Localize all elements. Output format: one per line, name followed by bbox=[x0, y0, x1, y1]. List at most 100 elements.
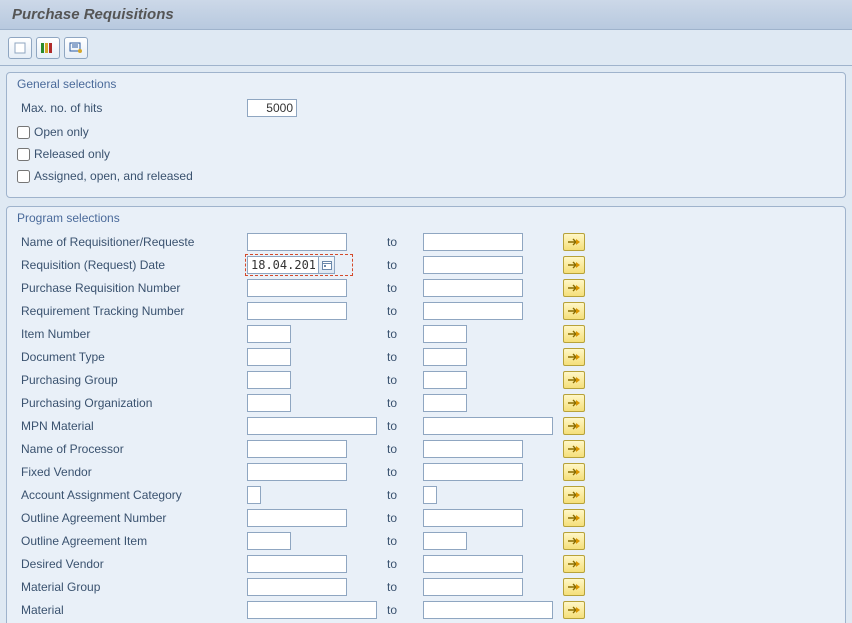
multiple-selection-button[interactable] bbox=[563, 325, 585, 343]
mpn_material-from-input[interactable] bbox=[247, 417, 377, 435]
toolbar bbox=[0, 30, 852, 66]
selection-row-desired_vendor: Desired Vendorto bbox=[17, 553, 835, 575]
multiple-selection-button[interactable] bbox=[563, 279, 585, 297]
multiple-selection-button[interactable] bbox=[563, 440, 585, 458]
doc_type-to-input[interactable] bbox=[423, 348, 467, 366]
pr_number-label: Purchase Requisition Number bbox=[17, 281, 247, 295]
selection-row-outline_agr_it: Outline Agreement Itemto bbox=[17, 530, 835, 552]
doc_type-from-input[interactable] bbox=[247, 348, 291, 366]
multiple-selection-button[interactable] bbox=[563, 302, 585, 320]
outline_agr_no-from-input[interactable] bbox=[247, 509, 347, 527]
open-only-checkbox[interactable] bbox=[17, 126, 30, 139]
content-area: General selections Max. no. of hits Open… bbox=[0, 66, 852, 623]
processor-from-cell bbox=[247, 440, 387, 458]
max-hits-input[interactable] bbox=[247, 99, 297, 117]
released-only-row: Released only bbox=[17, 143, 835, 165]
material_group-multi-cell bbox=[563, 578, 613, 596]
outline_agr_it-to-input[interactable] bbox=[423, 532, 467, 550]
released-only-checkbox[interactable] bbox=[17, 148, 30, 161]
pr_number-to-cell bbox=[423, 279, 563, 297]
material-multi-cell bbox=[563, 601, 613, 619]
outline_agr_no-to-input[interactable] bbox=[423, 509, 523, 527]
acct_assign-from-input[interactable] bbox=[247, 486, 261, 504]
selection-row-outline_agr_no: Outline Agreement Numberto bbox=[17, 507, 835, 529]
item_no-to-input[interactable] bbox=[423, 325, 467, 343]
multiple-selection-button[interactable] bbox=[563, 463, 585, 481]
material-from-cell bbox=[247, 601, 387, 619]
multiple-selection-button[interactable] bbox=[563, 233, 585, 251]
fixed_vendor-from-input[interactable] bbox=[247, 463, 347, 481]
multiple-selection-button[interactable] bbox=[563, 578, 585, 596]
get-variant-button[interactable] bbox=[36, 37, 60, 59]
multiple-selection-button[interactable] bbox=[563, 555, 585, 573]
multiple-selection-button[interactable] bbox=[563, 509, 585, 527]
purch_org-from-input[interactable] bbox=[247, 394, 291, 412]
req_date-to-input[interactable] bbox=[423, 256, 523, 274]
to-label: to bbox=[387, 373, 423, 387]
multiple-selection-button[interactable] bbox=[563, 532, 585, 550]
track_no-to-input[interactable] bbox=[423, 302, 523, 320]
req_date-multi-cell bbox=[563, 256, 613, 274]
pr_number-to-input[interactable] bbox=[423, 279, 523, 297]
material-to-cell bbox=[423, 601, 563, 619]
requisitioner-to-cell bbox=[423, 233, 563, 251]
mpn_material-to-cell bbox=[423, 417, 563, 435]
requisitioner-to-input[interactable] bbox=[423, 233, 523, 251]
program-selections-group: Program selections Name of Requisitioner… bbox=[6, 206, 846, 623]
execute-button[interactable] bbox=[8, 37, 32, 59]
dynamic-selections-button[interactable] bbox=[64, 37, 88, 59]
mpn_material-label: MPN Material bbox=[17, 419, 247, 433]
material-label: Material bbox=[17, 603, 247, 617]
req_date-from-cell bbox=[247, 256, 387, 274]
doc_type-multi-cell bbox=[563, 348, 613, 366]
to-label: to bbox=[387, 580, 423, 594]
purch_group-multi-cell bbox=[563, 371, 613, 389]
requisitioner-from-input[interactable] bbox=[247, 233, 347, 251]
multiple-selection-button[interactable] bbox=[563, 256, 585, 274]
assigned-checkbox[interactable] bbox=[17, 170, 30, 183]
material-to-input[interactable] bbox=[423, 601, 553, 619]
track_no-multi-cell bbox=[563, 302, 613, 320]
processor-from-input[interactable] bbox=[247, 440, 347, 458]
purch_org-from-cell bbox=[247, 394, 387, 412]
multiple-selection-button[interactable] bbox=[563, 371, 585, 389]
outline_agr_it-from-input[interactable] bbox=[247, 532, 291, 550]
processor-to-input[interactable] bbox=[423, 440, 523, 458]
pr_number-from-input[interactable] bbox=[247, 279, 347, 297]
acct_assign-to-input[interactable] bbox=[423, 486, 437, 504]
material_group-from-input[interactable] bbox=[247, 578, 347, 596]
outline_agr_it-from-cell bbox=[247, 532, 387, 550]
req_date-from-input[interactable] bbox=[247, 256, 319, 274]
pr_number-from-cell bbox=[247, 279, 387, 297]
purch_group-from-cell bbox=[247, 371, 387, 389]
to-label: to bbox=[387, 304, 423, 318]
mpn_material-to-input[interactable] bbox=[423, 417, 553, 435]
mpn_material-from-cell bbox=[247, 417, 387, 435]
desired_vendor-from-input[interactable] bbox=[247, 555, 347, 573]
assigned-label: Assigned, open, and released bbox=[34, 169, 193, 183]
open-only-label: Open only bbox=[34, 125, 89, 139]
purch_org-to-cell bbox=[423, 394, 563, 412]
multiple-selection-button[interactable] bbox=[563, 394, 585, 412]
material_group-to-input[interactable] bbox=[423, 578, 523, 596]
material_group-to-cell bbox=[423, 578, 563, 596]
multiple-selection-button[interactable] bbox=[563, 601, 585, 619]
desired_vendor-label: Desired Vendor bbox=[17, 557, 247, 571]
desired_vendor-to-input[interactable] bbox=[423, 555, 523, 573]
track_no-from-cell bbox=[247, 302, 387, 320]
to-label: to bbox=[387, 603, 423, 617]
multiple-selection-button[interactable] bbox=[563, 417, 585, 435]
multiple-selection-button[interactable] bbox=[563, 486, 585, 504]
fixed_vendor-to-input[interactable] bbox=[423, 463, 523, 481]
max-hits-row: Max. no. of hits bbox=[17, 97, 835, 119]
purch_group-from-input[interactable] bbox=[247, 371, 291, 389]
purch_group-to-input[interactable] bbox=[423, 371, 467, 389]
item_no-from-input[interactable] bbox=[247, 325, 291, 343]
track_no-from-input[interactable] bbox=[247, 302, 347, 320]
calendar-icon[interactable] bbox=[319, 256, 335, 274]
multiple-selection-button[interactable] bbox=[563, 348, 585, 366]
processor-to-cell bbox=[423, 440, 563, 458]
outline_agr_no-multi-cell bbox=[563, 509, 613, 527]
material-from-input[interactable] bbox=[247, 601, 377, 619]
purch_org-to-input[interactable] bbox=[423, 394, 467, 412]
